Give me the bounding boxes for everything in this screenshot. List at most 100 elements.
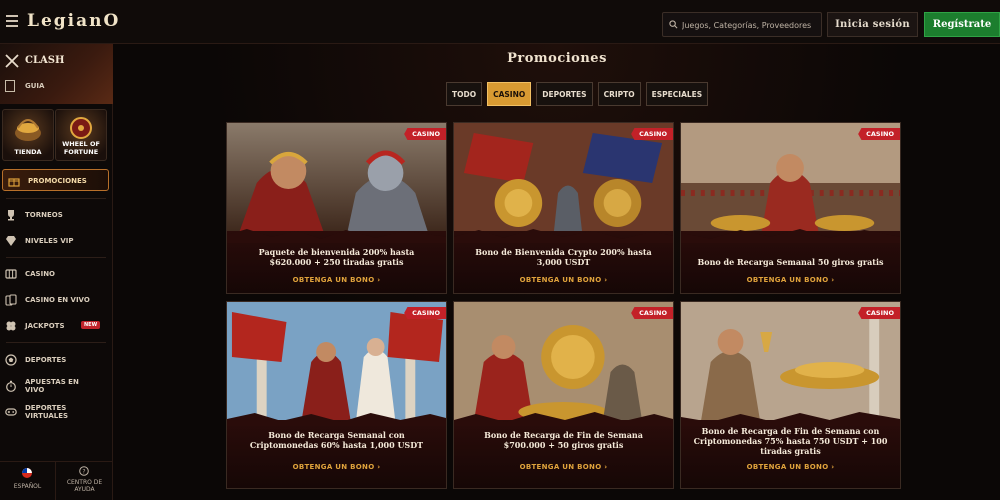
promo-card[interactable]: CASINO Bono de Recarga de Fin de Semana …: [453, 301, 674, 489]
sidebar-item-casino-en-vivo[interactable]: CASINO EN VIVO: [0, 289, 113, 311]
promo-image-emperor-army: [681, 123, 900, 239]
filter-tab-todo[interactable]: TODO: [446, 82, 483, 106]
soccer-ball-icon: [5, 354, 17, 366]
torn-edge-decoration: [227, 413, 446, 426]
promo-card[interactable]: CASINO Bono de Bienvenida Crypto 200% ha…: [453, 122, 674, 294]
promo-title: Bono de Recarga de Fin de Semana $700.00…: [484, 430, 643, 450]
promo-title: Paquete de bienvenida 200% hasta $620.00…: [258, 247, 415, 267]
help-center-label: CENTRO DE AYUDA: [66, 479, 103, 493]
promo-image-crypto-warriors: [454, 123, 673, 239]
category-ribbon: CASINO: [404, 128, 446, 140]
language-selector[interactable]: ESPAÑOL: [0, 461, 56, 500]
search-input[interactable]: [682, 16, 820, 34]
new-badge: NEW: [81, 321, 101, 329]
sidebar-item-deportes-virtuales[interactable]: DEPORTES VIRTUALES: [0, 401, 113, 429]
sidebar-item-label: NIVELES VIP: [25, 237, 74, 245]
torn-edge-decoration: [454, 229, 673, 243]
sidebar-item-casino[interactable]: CASINO: [0, 263, 113, 285]
register-button[interactable]: Regístrate: [924, 12, 1000, 37]
sidebar-item-promociones[interactable]: PROMOCIONES: [2, 169, 109, 191]
page-title: Promociones: [507, 51, 607, 66]
torn-edge-decoration: [454, 412, 673, 426]
slot-machine-icon: [5, 269, 17, 279]
search-box[interactable]: [662, 12, 822, 37]
promo-card[interactable]: CASINO Bono de Recarga Semanal 50 giros …: [680, 122, 901, 294]
help-icon: ?: [79, 466, 89, 476]
trophy-icon: [8, 210, 14, 221]
category-ribbon: CASINO: [631, 307, 673, 319]
sidebar-item-label: DEPORTES: [25, 356, 67, 364]
divider: [6, 257, 106, 258]
promo-title: Bono de Recarga Semanal con Criptomoneda…: [249, 430, 424, 450]
clover-icon: [6, 321, 16, 331]
torn-edge-decoration: [227, 229, 446, 243]
category-ribbon: CASINO: [404, 307, 446, 319]
category-ribbon: CASINO: [858, 128, 900, 140]
get-bonus-link[interactable]: OBTENGA UN BONO ›: [681, 463, 900, 471]
promo-title: Bono de Recarga Semanal 50 giros gratis: [697, 257, 884, 267]
torn-edge-decoration: [681, 229, 900, 243]
sidebar-item-label: CASINO: [25, 270, 56, 278]
help-center-link[interactable]: ? CENTRO DE AYUDA: [56, 461, 113, 500]
login-button[interactable]: Inicia sesión: [827, 12, 918, 37]
sidebar-item-label: APUESTAS EN VIVO: [25, 378, 79, 394]
wheel-icon: [70, 117, 92, 139]
chile-flag-icon: [22, 468, 32, 478]
filter-tab-casino[interactable]: CASINO: [487, 82, 532, 106]
category-ribbon: CASINO: [858, 307, 900, 319]
promo-card[interactable]: CASINO Bono de Recarga Semanal con Cript…: [226, 301, 447, 489]
sidebar-item-label: DEPORTES VIRTUALES: [25, 404, 69, 420]
sidebar-item-deportes[interactable]: DEPORTES: [0, 349, 113, 371]
promotions-main: Promociones TODO CASINO DEPORTES CRIPTO …: [114, 44, 1000, 500]
sidebar-item-niveles-vip[interactable]: NIVELES VIP: [0, 230, 113, 252]
get-bonus-link[interactable]: OBTENGA UN BONO ›: [227, 276, 446, 284]
tienda-label: TIENDA: [14, 148, 42, 156]
hamburger-menu-icon[interactable]: [6, 15, 18, 27]
filter-tabs: TODO CASINO DEPORTES CRIPTO ESPECIALES: [446, 82, 709, 106]
filter-tab-cripto[interactable]: CRIPTO: [597, 82, 641, 106]
promo-image-gold-coin: [454, 302, 673, 422]
filter-tab-deportes[interactable]: DEPORTES: [536, 82, 593, 106]
top-bar: LegianO Inicia sesión Regístrate: [0, 0, 1000, 44]
sidebar: CLASH GUIA TIENDA WHEEL OF FORTUNE PROMO…: [0, 44, 113, 500]
sidebar-item-label: JACKPOTS: [25, 322, 65, 330]
stopwatch-icon: [6, 380, 16, 392]
divider: [6, 198, 106, 199]
get-bonus-link[interactable]: OBTENGA UN BONO ›: [454, 463, 673, 471]
tienda-tile[interactable]: TIENDA: [2, 109, 54, 161]
gift-icon: [8, 178, 20, 187]
promo-image-gladiators: [227, 123, 446, 239]
sidebar-item-apuestas-en-vivo[interactable]: APUESTAS EN VIVO: [0, 375, 113, 403]
language-label: ESPAÑOL: [13, 483, 42, 490]
gamepad-icon: [5, 408, 17, 416]
search-icon: [669, 20, 678, 29]
divider: [6, 342, 106, 343]
clash-title: CLASH: [25, 55, 65, 66]
brand-logo[interactable]: LegianO: [27, 11, 120, 31]
guide-book-icon: [5, 80, 15, 92]
get-bonus-link[interactable]: OBTENGA UN BONO ›: [454, 276, 673, 284]
crossed-swords-icon: [5, 54, 19, 68]
get-bonus-link[interactable]: OBTENGA UN BONO ›: [681, 276, 900, 284]
promo-image-temple-banners: [227, 302, 446, 422]
filter-tab-especiales[interactable]: ESPECIALES: [645, 82, 709, 106]
promo-card[interactable]: CASINO Paquete de bienvenida 200% hasta …: [226, 122, 447, 294]
svg-text:?: ?: [82, 469, 85, 476]
sidebar-item-torneos[interactable]: TORNEOS: [0, 204, 113, 226]
sidebar-item-label: PROMOCIONES: [28, 177, 87, 185]
playing-cards-icon: [5, 294, 17, 306]
sidebar-item-label: TORNEOS: [25, 211, 63, 219]
sidebar-item-jackpots[interactable]: JACKPOTS NEW: [0, 315, 113, 337]
diamond-icon: [6, 236, 16, 246]
promo-card[interactable]: CASINO Bono de Recarga de Fin de Semana …: [680, 301, 901, 489]
clash-banner[interactable]: CLASH GUIA: [0, 44, 113, 104]
category-ribbon: CASINO: [631, 128, 673, 140]
promo-title: Bono de Recarga de Fin de Semana con Cri…: [693, 426, 888, 456]
sidebar-item-label: CASINO EN VIVO: [25, 296, 90, 304]
wheel-of-fortune-tile[interactable]: WHEEL OF FORTUNE: [55, 109, 107, 161]
treasure-basket-icon: [15, 119, 41, 141]
guia-link[interactable]: GUIA: [25, 82, 44, 90]
get-bonus-link[interactable]: OBTENGA UN BONO ›: [227, 463, 446, 471]
wheel-of-fortune-label: WHEEL OF FORTUNE: [62, 140, 100, 156]
promo-image-warrior-goblet: [681, 302, 900, 422]
